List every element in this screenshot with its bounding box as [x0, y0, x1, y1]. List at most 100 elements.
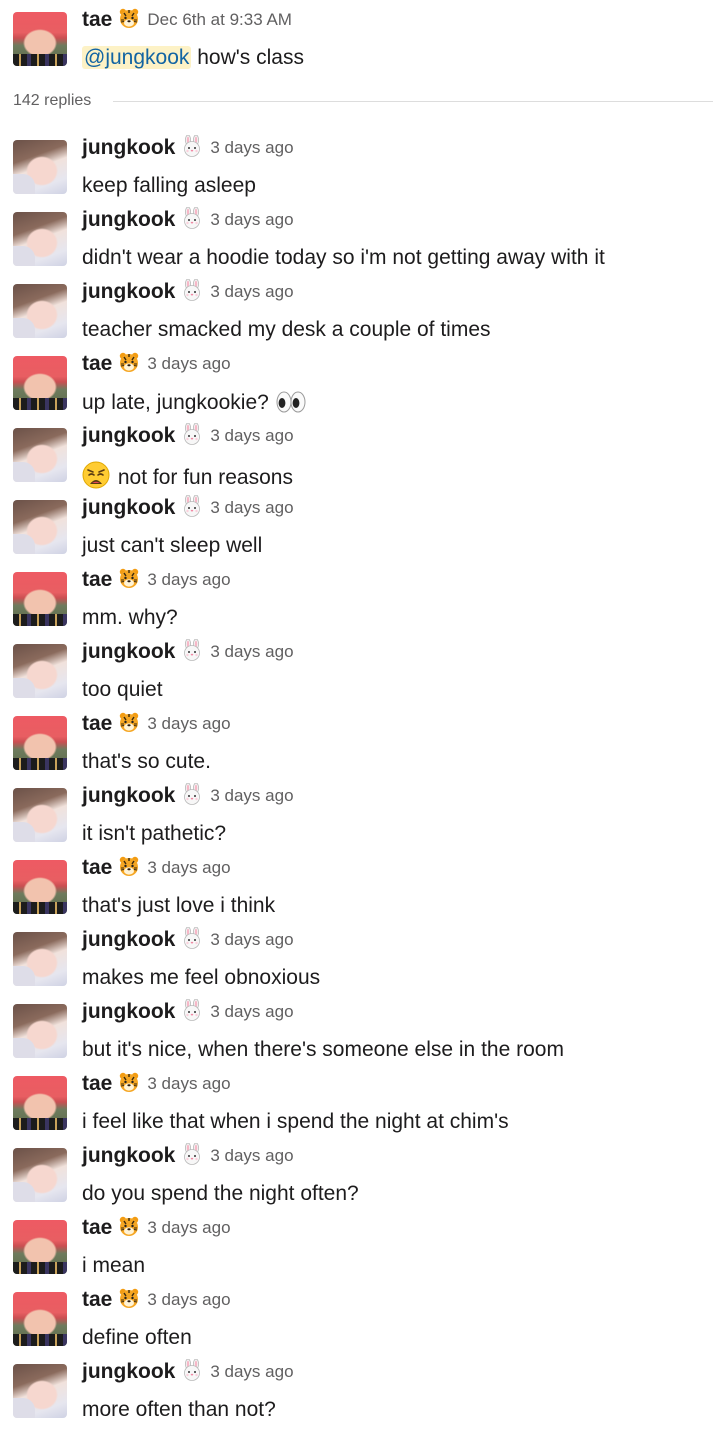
message-text: up late, jungkookie?: [82, 389, 307, 416]
message-header: tae 3 days ago: [82, 1072, 231, 1102]
timestamp[interactable]: 3 days ago: [210, 1362, 293, 1381]
message-text: makes me feel obnoxious: [82, 965, 320, 991]
message-body: i mean: [82, 1254, 146, 1277]
rabbit-icon: [181, 638, 203, 661]
message-body: up late, jungkookie?: [82, 391, 269, 414]
avatar[interactable]: [13, 212, 67, 266]
rabbit-icon: [181, 134, 203, 157]
message-body: do you spend the night often?: [82, 1182, 359, 1205]
author-name[interactable]: jungkook: [82, 208, 175, 231]
thread-message: jungkook 3 days ago teacher smacked my des…: [0, 278, 713, 356]
avatar[interactable]: [13, 932, 67, 986]
thread-message: jungkook 3 days ago but it's nice, when th…: [0, 998, 713, 1076]
message-text: teacher smacked my desk a couple of time…: [82, 317, 491, 343]
timestamp[interactable]: 3 days ago: [210, 642, 293, 661]
avatar[interactable]: [13, 1148, 67, 1202]
timestamp[interactable]: 3 days ago: [210, 1002, 293, 1021]
author-name[interactable]: tae: [82, 1072, 112, 1095]
author-name[interactable]: tae: [82, 856, 112, 879]
avatar[interactable]: [13, 140, 67, 194]
timestamp[interactable]: 3 days ago: [210, 138, 293, 157]
message-header: tae 3 days ago: [82, 712, 231, 742]
timestamp[interactable]: 3 days ago: [147, 570, 230, 589]
avatar[interactable]: [13, 572, 67, 626]
author-name[interactable]: jungkook: [82, 424, 175, 447]
avatar[interactable]: [13, 500, 67, 554]
author-name[interactable]: jungkook: [82, 280, 175, 303]
avatar[interactable]: [13, 428, 67, 482]
message-text: it isn't pathetic?: [82, 821, 226, 847]
message-header: tae 3 days ago: [82, 856, 231, 886]
message-body: keep falling asleep: [82, 174, 256, 197]
reply-count: 142 replies: [13, 91, 106, 111]
avatar[interactable]: [13, 12, 67, 66]
timestamp[interactable]: 3 days ago: [147, 858, 230, 877]
timestamp[interactable]: 3 days ago: [210, 786, 293, 805]
message-body: just can't sleep well: [82, 534, 263, 557]
message-header: jungkook 3 days ago: [82, 494, 294, 526]
tiger-icon: [118, 567, 140, 589]
avatar[interactable]: [13, 788, 67, 842]
timestamp[interactable]: 3 days ago: [147, 714, 230, 733]
message-body: too quiet: [82, 678, 163, 701]
avatar[interactable]: [13, 1364, 67, 1418]
author-name[interactable]: jungkook: [82, 1360, 175, 1383]
message-body: teacher smacked my desk a couple of time…: [82, 318, 491, 341]
divider-line: [113, 101, 713, 102]
message-body: i feel like that when i spend the night …: [82, 1110, 509, 1133]
author-name[interactable]: jungkook: [82, 784, 175, 807]
timestamp[interactable]: Dec 6th at 9:33 AM: [147, 10, 292, 29]
avatar[interactable]: [13, 1076, 67, 1130]
timestamp[interactable]: 3 days ago: [147, 1074, 230, 1093]
message-text: mm. why?: [82, 605, 178, 631]
timestamp[interactable]: 3 days ago: [210, 210, 293, 229]
avatar[interactable]: [13, 716, 67, 770]
user-mention[interactable]: @jungkook: [82, 46, 192, 69]
tiger-icon: [118, 1215, 140, 1237]
avatar[interactable]: [13, 1004, 67, 1058]
timestamp[interactable]: 3 days ago: [147, 354, 230, 373]
timestamp[interactable]: 3 days ago: [210, 282, 293, 301]
message-text: do you spend the night often?: [82, 1181, 359, 1207]
timestamp[interactable]: 3 days ago: [210, 426, 293, 445]
author-name[interactable]: tae: [82, 352, 112, 375]
timestamp[interactable]: 3 days ago: [210, 930, 293, 949]
message-text: but it's nice, when there's someone else…: [82, 1037, 564, 1063]
avatar[interactable]: [13, 1220, 67, 1274]
avatar[interactable]: [13, 1292, 67, 1346]
thread-message: tae 3 days ago i feel like that when i spe…: [0, 1072, 713, 1148]
message-text: keep falling asleep: [82, 173, 256, 199]
author-name[interactable]: jungkook: [82, 1144, 175, 1167]
author-name[interactable]: jungkook: [82, 1000, 175, 1023]
timestamp[interactable]: 3 days ago: [147, 1218, 230, 1237]
message-header: tae Dec 6th at 9:33 AM: [82, 8, 292, 38]
message-text: too quiet: [82, 677, 163, 703]
thread-message: jungkook 3 days ago it isn't pathetic?: [0, 782, 713, 860]
timestamp[interactable]: 3 days ago: [210, 1146, 293, 1165]
author-name[interactable]: tae: [82, 568, 112, 591]
message-body: that's just love i think: [82, 894, 276, 917]
message-body: how's class: [191, 46, 304, 69]
author-name[interactable]: jungkook: [82, 136, 175, 159]
avatar[interactable]: [13, 284, 67, 338]
author-name[interactable]: jungkook: [82, 496, 175, 519]
avatar[interactable]: [13, 644, 67, 698]
author-name[interactable]: tae: [82, 1288, 112, 1311]
author-name[interactable]: jungkook: [82, 928, 175, 951]
author-name[interactable]: jungkook: [82, 640, 175, 663]
author-name[interactable]: tae: [82, 1216, 112, 1239]
avatar[interactable]: [13, 860, 67, 914]
message-body: makes me feel obnoxious: [82, 966, 321, 989]
author-name[interactable]: tae: [82, 8, 112, 31]
message-text: define often: [82, 1325, 192, 1351]
timestamp[interactable]: 3 days ago: [210, 498, 293, 517]
parent-message: tae Dec 6th at 9:33 AM @jungkook how's cl…: [0, 8, 713, 84]
thread-message: tae 3 days ago mm. why?: [0, 568, 713, 644]
author-name[interactable]: tae: [82, 712, 112, 735]
rabbit-icon: [181, 278, 203, 301]
timestamp[interactable]: 3 days ago: [147, 1290, 230, 1309]
message-header: jungkook 3 days ago: [82, 278, 294, 310]
message-text: not for fun reasons: [82, 461, 293, 491]
message-body: but it's nice, when there's someone else…: [82, 1038, 564, 1061]
avatar[interactable]: [13, 356, 67, 410]
